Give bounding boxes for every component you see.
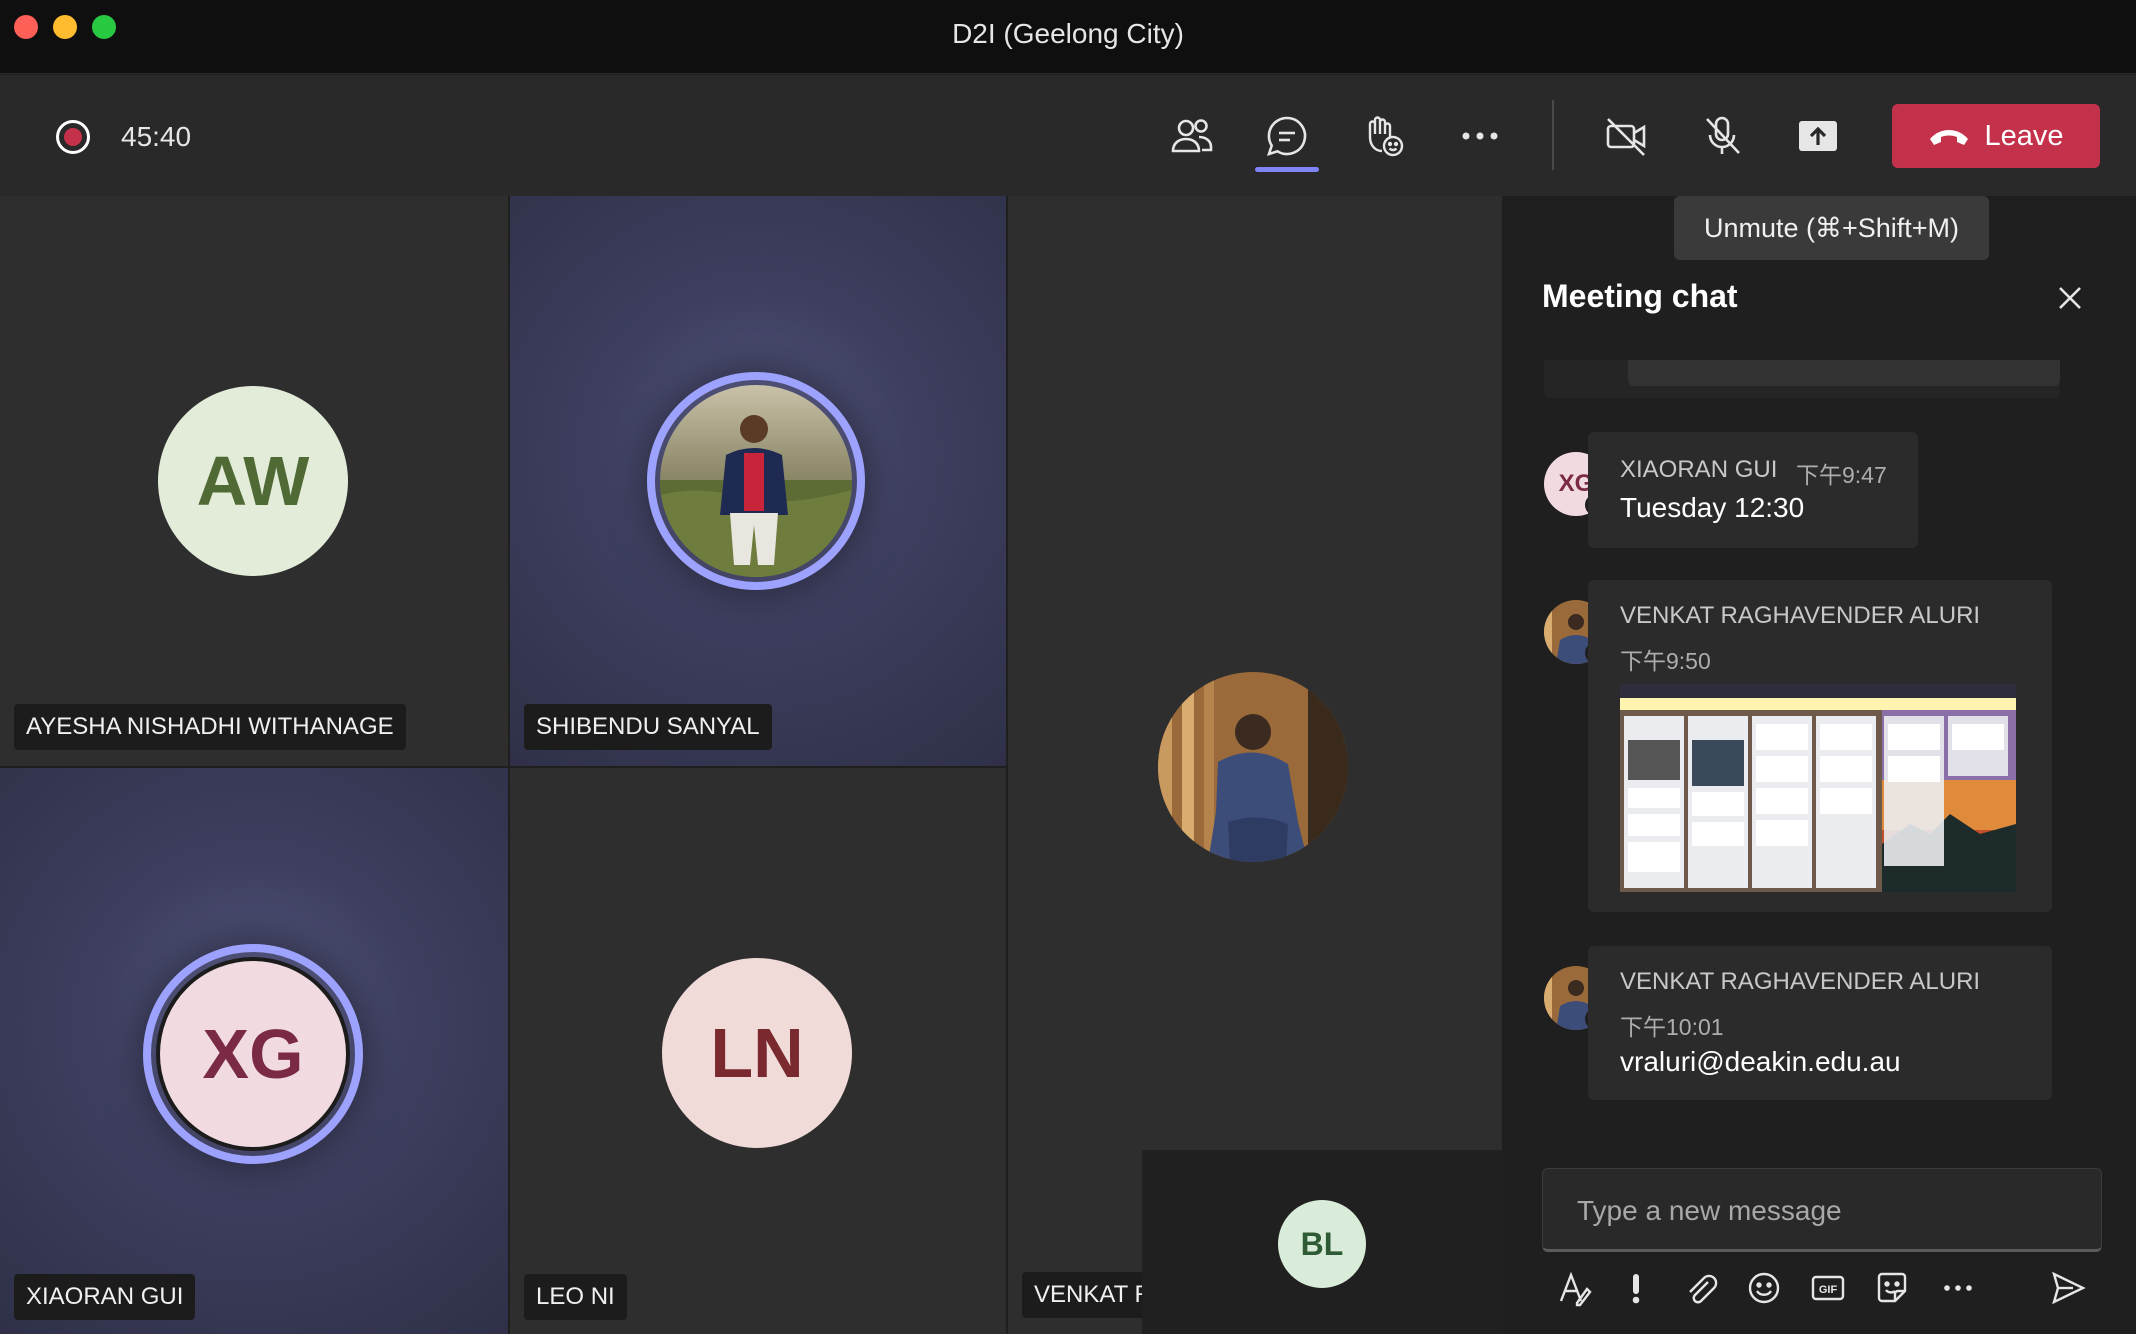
participant-name-label: SHIBENDU SANYAL — [524, 704, 772, 750]
message-time: 下午10:01 — [1620, 1014, 1724, 1040]
previous-message-preview — [1628, 360, 2060, 386]
gif-button[interactable]: GIF — [1806, 1266, 1850, 1310]
participant-photo — [1158, 672, 1348, 862]
chat-message: XIAORAN GUI 下午9:47 Tuesday 12:30 — [1588, 432, 1918, 548]
participant-tile-ln[interactable]: LN LEO NI — [510, 768, 1006, 1334]
hang-up-icon — [1930, 130, 1969, 145]
chat-title: Meeting chat — [1542, 278, 1738, 314]
chat-message: VENKAT RAGHAVENDER ALURI 下午9:50 — [1588, 580, 2052, 912]
send-icon — [2052, 1271, 2086, 1305]
participant-avatar: XG — [156, 957, 350, 1151]
share-screen-icon — [1799, 121, 1837, 151]
raise-hand-button[interactable] — [1353, 106, 1413, 166]
emoji-button[interactable] — [1742, 1266, 1786, 1310]
sticker-button[interactable] — [1870, 1266, 1914, 1310]
leave-label: Leave — [1984, 119, 2064, 152]
send-button[interactable] — [2046, 1266, 2090, 1310]
shared-board-image[interactable] — [1620, 684, 2016, 892]
camera-toggle-button[interactable] — [1596, 106, 1656, 166]
emoji-icon — [1748, 1272, 1780, 1304]
message-text: Tuesday 12:30 — [1620, 492, 1805, 523]
message-author: VENKAT RAGHAVENDER ALURI — [1620, 602, 1981, 629]
mic-off-icon — [1706, 116, 1740, 154]
self-view-tile[interactable]: BL — [1142, 1150, 1502, 1334]
message-author: VENKAT RAGHAVENDER ALURI — [1620, 968, 1981, 995]
paperclip-icon — [1689, 1274, 1718, 1304]
more-options-button[interactable] — [1450, 106, 1510, 166]
toolbar-divider — [1552, 100, 1554, 170]
message-time: 下午9:47 — [1796, 462, 1887, 488]
leave-button[interactable]: Leave — [1892, 104, 2100, 168]
format-button[interactable] — [1552, 1266, 1596, 1310]
mic-toggle-button[interactable] — [1692, 106, 1752, 166]
compose-box — [1542, 1168, 2102, 1252]
message-author: XIAORAN GUI — [1620, 456, 1778, 483]
raise-hand-icon — [1368, 116, 1404, 157]
unmute-tooltip: Unmute (⌘+Shift+M) — [1674, 196, 1989, 260]
chat-active-indicator — [1255, 167, 1319, 172]
participant-name-label: XIAORAN GUI — [14, 1274, 196, 1320]
message-text: vraluri@deakin.edu.au — [1620, 1046, 1901, 1077]
message-time: 下午9:50 — [1620, 648, 1711, 674]
gif-icon: GIF — [1811, 1275, 1845, 1301]
svg-text:GIF: GIF — [1819, 1284, 1838, 1296]
title-bar: D2I (Geelong City) — [0, 0, 2136, 74]
participant-avatar: AW — [158, 386, 348, 576]
participant-avatar: LN — [662, 958, 852, 1148]
important-button[interactable] — [1614, 1266, 1658, 1310]
chat-message: VENKAT RAGHAVENDER ALURI 下午10:01 vraluri… — [1588, 946, 2052, 1100]
chat-icon — [1266, 116, 1307, 157]
meeting-timer: 45:40 — [121, 121, 192, 152]
participant-photo — [660, 385, 852, 577]
more-icon — [1944, 1285, 1972, 1291]
format-icon — [1559, 1271, 1592, 1307]
chat-button[interactable] — [1257, 106, 1317, 166]
more-compose-options-button[interactable] — [1936, 1266, 1980, 1310]
camera-off-icon — [1606, 118, 1646, 156]
exclamation-icon — [1632, 1274, 1640, 1304]
participant-name-label: AYESHA NISHADHI WITHANAGE — [14, 704, 406, 750]
window-title: D2I (Geelong City) — [952, 18, 1184, 49]
attach-button[interactable] — [1678, 1266, 1722, 1310]
close-icon[interactable] — [2052, 280, 2088, 316]
participant-tile-xg[interactable]: XG XIAORAN GUI — [0, 768, 508, 1334]
share-screen-button[interactable] — [1788, 106, 1848, 166]
message-input[interactable] — [1575, 1193, 2075, 1229]
self-avatar: BL — [1278, 1200, 1366, 1288]
people-icon — [1171, 119, 1213, 153]
recording-indicator-icon — [56, 120, 90, 154]
participants-button[interactable] — [1162, 106, 1222, 166]
participant-name-label: LEO NI — [524, 1274, 627, 1320]
participant-tile-shibendu[interactable]: SHIBENDU SANYAL — [510, 196, 1006, 766]
more-icon — [1462, 132, 1498, 140]
sticker-icon — [1877, 1272, 1907, 1303]
participant-tile-aw[interactable]: AW AYESHA NISHADHI WITHANAGE — [0, 196, 508, 766]
